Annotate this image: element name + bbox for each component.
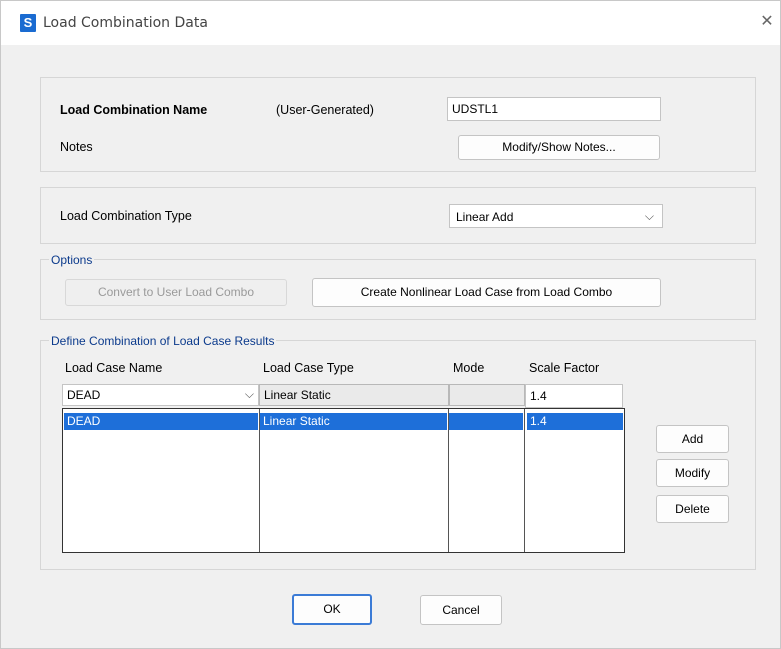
- cancel-button[interactable]: Cancel: [420, 595, 502, 625]
- add-button[interactable]: Add: [656, 425, 729, 453]
- user-generated-label: (User-Generated): [276, 103, 374, 117]
- column-divider: [524, 409, 525, 552]
- combination-name-label: Load Combination Name: [60, 103, 208, 117]
- list-item-case-name[interactable]: DEAD: [64, 413, 258, 430]
- load-case-name-select[interactable]: DEAD ⌵: [62, 384, 259, 406]
- title-bar: S Load Combination Data ✕: [1, 1, 780, 45]
- load-case-name-value: DEAD: [67, 388, 101, 402]
- window-title: Load Combination Data: [43, 15, 208, 31]
- ok-button[interactable]: OK: [292, 594, 372, 625]
- list-item-scale[interactable]: 1.4: [527, 413, 623, 430]
- list-item-mode[interactable]: [449, 413, 523, 430]
- combination-type-label: Load Combination Type: [60, 209, 192, 223]
- scale-factor-input[interactable]: 1.4: [525, 384, 623, 408]
- convert-to-user-combo-button[interactable]: Convert to User Load Combo: [65, 279, 287, 306]
- header-load-case-name: Load Case Name: [65, 361, 163, 375]
- modify-button[interactable]: Modify: [656, 459, 729, 487]
- options-legend: Options: [49, 253, 95, 267]
- chevron-down-icon: ⌵: [244, 387, 254, 401]
- app-logo-icon: S: [20, 14, 36, 32]
- column-divider: [259, 409, 260, 552]
- load-case-type-field: Linear Static: [259, 384, 449, 406]
- combination-name-input[interactable]: UDSTL1: [447, 97, 661, 121]
- dialog-window: S Load Combination Data ✕ Load Combinati…: [0, 0, 781, 649]
- chevron-down-icon: ⌵: [644, 209, 654, 223]
- header-load-case-type: Load Case Type: [263, 361, 354, 375]
- create-nonlinear-case-button[interactable]: Create Nonlinear Load Case from Load Com…: [312, 278, 661, 307]
- column-divider: [448, 409, 449, 552]
- load-case-list[interactable]: DEAD Linear Static 1.4: [62, 408, 625, 553]
- mode-field: [449, 384, 525, 406]
- define-combination-legend: Define Combination of Load Case Results: [49, 334, 277, 348]
- combination-type-value: Linear Add: [456, 210, 514, 224]
- header-scale-factor: Scale Factor: [529, 361, 600, 375]
- delete-button[interactable]: Delete: [656, 495, 729, 523]
- modify-show-notes-button[interactable]: Modify/Show Notes...: [458, 135, 660, 160]
- list-item-case-type[interactable]: Linear Static: [260, 413, 447, 430]
- combination-type-select[interactable]: Linear Add ⌵: [449, 204, 663, 228]
- notes-label: Notes: [60, 140, 93, 154]
- header-mode: Mode: [453, 361, 485, 375]
- close-icon[interactable]: ✕: [757, 11, 777, 33]
